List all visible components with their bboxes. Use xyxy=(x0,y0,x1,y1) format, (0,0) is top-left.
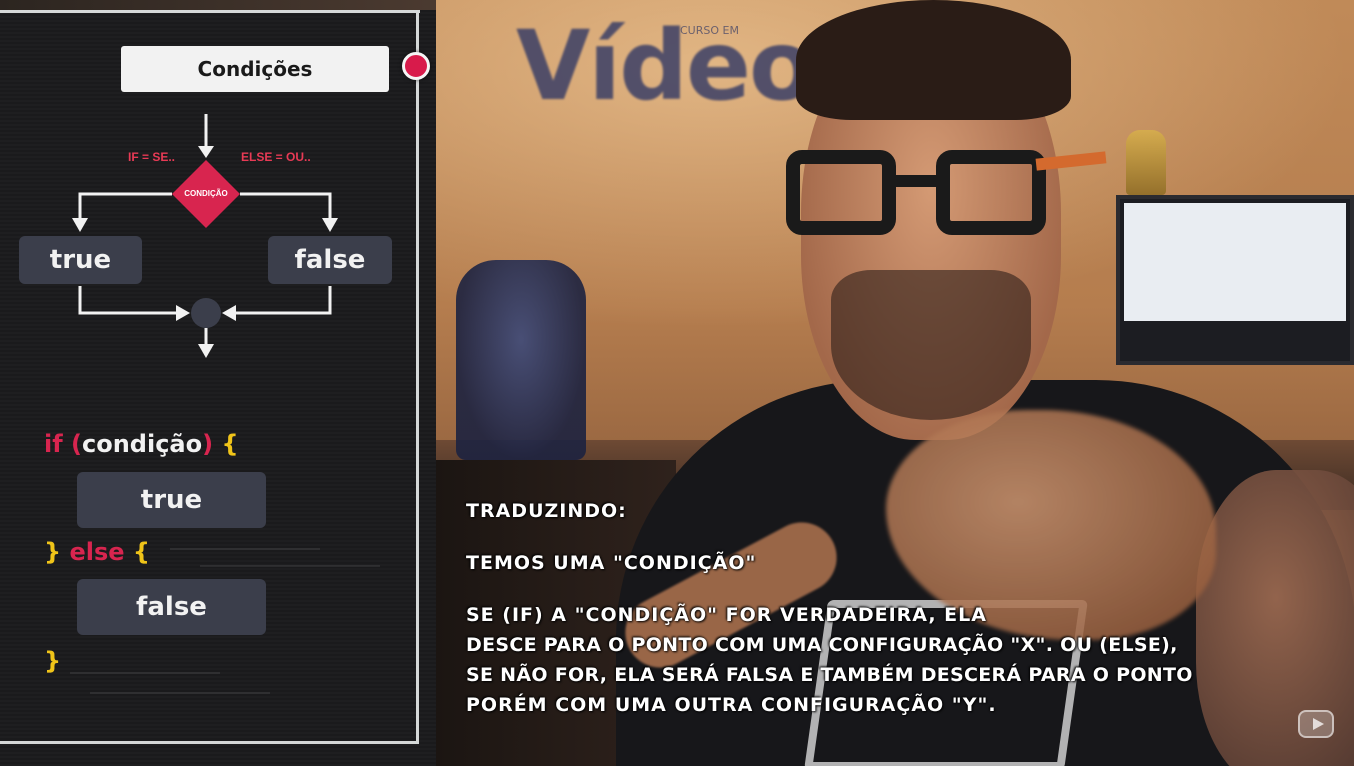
brand-logo-small: CURSO EM xyxy=(680,24,739,37)
presenter-hair xyxy=(796,0,1071,120)
else-open-brace: { xyxy=(132,538,150,566)
final-brace: } xyxy=(44,647,62,675)
close-paren: ) xyxy=(202,430,214,458)
subtitle-line: SE NÃO FOR, ELA SERÁ FALSA E TAMBÉM DESC… xyxy=(466,664,1193,686)
presenter-beard xyxy=(831,270,1031,420)
subtitle-line: DESCE PARA O PONTO COM UMA CONFIGURAÇÃO … xyxy=(466,634,1178,656)
decision-label: CONDIÇÃO xyxy=(184,189,228,198)
faint-line xyxy=(200,565,380,567)
brand-logo: Vídeo xyxy=(516,10,815,122)
subtitle-line: TRADUZINDO: xyxy=(466,500,627,522)
frame-border-bottom xyxy=(0,741,419,744)
background-monitor xyxy=(1116,195,1354,365)
merge-point xyxy=(191,298,221,328)
open-paren: ( xyxy=(71,430,82,458)
else-keyword: else xyxy=(69,538,125,566)
faint-line xyxy=(90,692,270,694)
code-else-line: } else { xyxy=(44,538,150,566)
faint-line xyxy=(70,672,220,674)
code-final-line: } xyxy=(44,647,61,675)
subtitle-line: SE (IF) A "CONDIÇÃO" FOR VERDADEIRA, ELA xyxy=(466,604,987,626)
open-brace: { xyxy=(221,430,239,458)
subtitle-line: TEMOS UMA "CONDIÇÃO" xyxy=(466,552,757,574)
true-block: true xyxy=(77,472,266,528)
close-brace: } xyxy=(44,538,62,566)
true-box: true xyxy=(19,236,142,284)
flowchart-panel: Condições IF = SE.. ELSE = OU.. CONDIÇÃO… xyxy=(0,0,436,766)
presenter-glasses xyxy=(786,150,1107,240)
robot-toy-figure xyxy=(456,260,586,460)
false-block: false xyxy=(77,579,266,635)
condition-text: condição xyxy=(82,430,203,458)
youtube-badge-icon[interactable] xyxy=(1298,710,1334,738)
subtitle-line: PORÉM COM UMA OUTRA CONFIGURAÇÃO "Y". xyxy=(466,694,997,716)
if-keyword: if xyxy=(44,430,63,458)
false-box: false xyxy=(268,236,392,284)
trophy-figure xyxy=(1126,130,1166,195)
faint-line xyxy=(170,548,320,550)
code-if-line: if (condição) { xyxy=(44,430,239,458)
subtitle-overlay: TRADUZINDO: TEMOS UMA "CONDIÇÃO" SE (IF)… xyxy=(466,496,1226,720)
